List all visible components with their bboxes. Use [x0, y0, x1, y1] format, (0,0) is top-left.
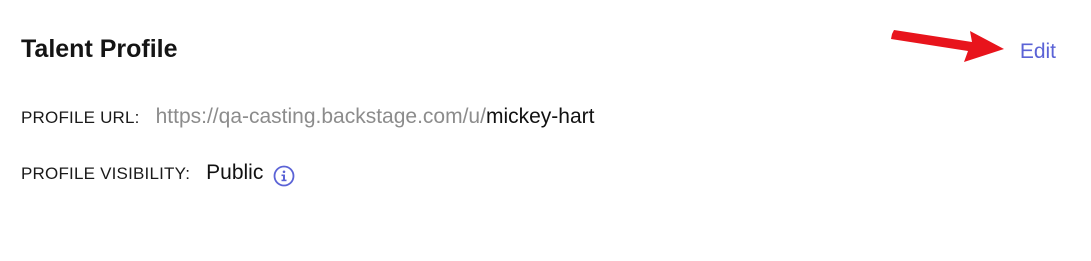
- profile-url-base: https://qa-casting.backstage.com/u/: [155, 105, 486, 128]
- profile-visibility-label: PROFILE VISIBILITY:: [21, 164, 191, 183]
- profile-visibility-row: PROFILE VISIBILITY: Public: [21, 161, 295, 187]
- info-icon[interactable]: [273, 165, 295, 187]
- profile-url-slug: mickey-hart: [485, 105, 595, 128]
- red-arrow-icon: [891, 30, 1004, 62]
- profile-visibility-value: Public: [206, 161, 264, 184]
- section-title: Talent Profile: [21, 35, 178, 63]
- edit-link[interactable]: Edit: [1020, 38, 1056, 66]
- profile-url-row: PROFILE URL: https://qa-casting.backstag…: [21, 105, 594, 129]
- talent-profile-panel: Talent Profile Edit PROFILE URL: https:/…: [0, 0, 1091, 261]
- profile-url-label: PROFILE URL:: [21, 108, 140, 127]
